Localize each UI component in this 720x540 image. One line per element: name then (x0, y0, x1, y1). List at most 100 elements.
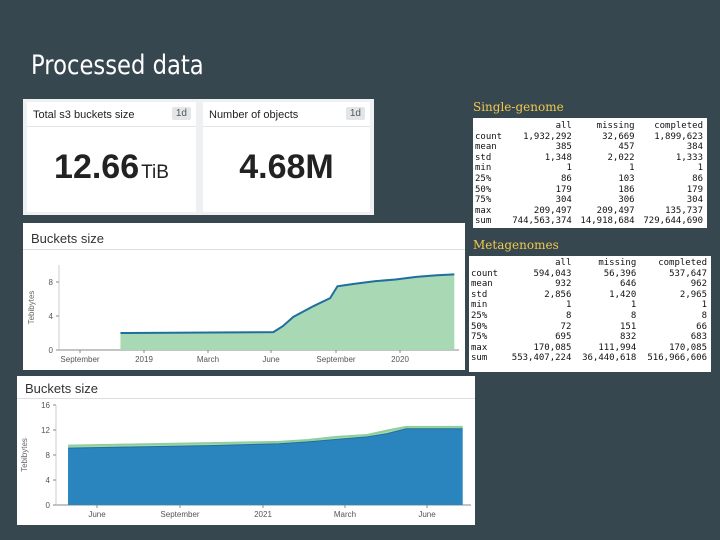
table-cell: 8 (701, 310, 707, 321)
table-row: max 209,497 209,497 135,737 (473, 206, 707, 217)
y-axis-label: Tebibytes (27, 291, 36, 325)
column-header: all (555, 121, 572, 131)
y-tick-label: 16 (41, 401, 50, 410)
y-tick-label: 0 (46, 501, 51, 510)
x-tick-label: June (418, 510, 436, 519)
y-tick-label: 4 (49, 312, 54, 321)
table-cell: 2,965 (679, 289, 707, 300)
row-label: 25% (471, 310, 488, 321)
table-cell: 537,647 (669, 268, 707, 279)
row-label: 25% (475, 173, 492, 184)
table-cell: 1,333 (675, 152, 703, 163)
table-cell: 646 (620, 279, 637, 290)
table-cell: 2,856 (544, 289, 572, 300)
metagenomes-table: all missing completed count 594,043 56,396 537… (469, 256, 711, 372)
time-range-badge[interactable]: 1d (171, 107, 191, 120)
buckets-size-chart-1: Buckets size 0 4 8 September 2019 March June Se… (23, 223, 465, 370)
table-row: 25% 86 103 86 (473, 174, 707, 185)
x-tick-label: March (334, 510, 356, 519)
x-tick-label: 2019 (135, 355, 153, 364)
table-row: 50% 72 151 66 (469, 322, 711, 333)
x-tick-label: September (160, 510, 199, 519)
x-tick-label: September (60, 355, 99, 364)
table-row: mean 932 646 962 (469, 279, 711, 290)
x-tick-label: June (88, 510, 106, 519)
row-label: mean (475, 142, 497, 153)
table-header-row: all missing completed (469, 258, 711, 269)
table-cell: 304 (555, 195, 572, 206)
table-row: min 1 1 1 (469, 300, 711, 311)
table-cell: 151 (620, 321, 637, 332)
table-cell: 553,407,224 (511, 353, 572, 364)
column-header: missing (596, 121, 635, 131)
table-cell: 179 (686, 184, 703, 195)
row-label: std (475, 152, 492, 163)
table-cell: 36,440,618 (582, 353, 637, 364)
single-genome-table: all missing completed count 1,932,292 32,669 1… (473, 118, 707, 228)
row-label: min (471, 300, 488, 311)
table-cell: 8 (630, 310, 637, 321)
table-cell: 86 (561, 173, 572, 184)
metric-title: Number of objects (209, 109, 299, 121)
table-row: sum 744,563,374 14,918,684 729,644,690 (473, 216, 707, 227)
column-header (469, 258, 505, 269)
table-cell: 1 (629, 163, 635, 174)
x-tick-label: September (316, 355, 355, 364)
table-cell: 457 (618, 142, 635, 153)
table-row: count 1,932,292 32,669 1,899,623 (473, 132, 707, 143)
table-cell: 695 (555, 332, 572, 343)
row-label: 50% (471, 321, 488, 332)
row-label: sum (475, 216, 492, 227)
single-genome-heading: Single-genome (473, 100, 564, 114)
table-cell: 14,918,684 (580, 216, 635, 227)
table-cell: 111,994 (598, 342, 637, 353)
table-cell: 1 (630, 300, 637, 311)
metric-total-size[interactable]: Total s3 buckets size 1d 12.66 TiB (27, 102, 196, 212)
table-row: min 1 1 1 (473, 163, 707, 174)
area-series (120, 274, 455, 350)
table-cell: 66 (696, 321, 707, 332)
table-cell: 385 (555, 142, 572, 153)
y-tick-label: 12 (41, 426, 50, 435)
table-row: count 594,043 56,396 537,647 (469, 269, 711, 280)
metric-object-count[interactable]: Number of objects 1d 4.68M (203, 102, 370, 212)
metric-number: 4.68M (239, 148, 334, 186)
table-cell: 56,396 (603, 268, 637, 279)
time-range-badge[interactable]: 1d (345, 107, 365, 120)
table-cell: 2,022 (607, 152, 635, 163)
y-tick-label: 4 (46, 476, 51, 485)
area-series (68, 428, 463, 505)
table-cell: 1 (701, 300, 707, 311)
x-tick-label: 2021 (254, 510, 272, 519)
table-row: std 1,348 2,022 1,333 (473, 153, 707, 164)
y-tick-label: 8 (49, 278, 54, 287)
column-header: all (555, 258, 572, 268)
row-label: 75% (475, 195, 492, 206)
table-row: 75% 304 306 304 (473, 195, 707, 206)
metric-value: 4.68M (203, 148, 370, 187)
metric-value: 12.66 TiB (27, 148, 196, 187)
table-cell: 1,899,623 (654, 131, 703, 142)
table-cell: 32,669 (602, 131, 635, 142)
y-axis-label: Tebibytes (20, 438, 29, 472)
x-tick-label: June (262, 355, 280, 364)
y-tick-label: 0 (49, 346, 54, 355)
table-cell: 8 (565, 310, 572, 321)
chart-svg: 0 4 8 September 2019 March June September 2020 Te… (27, 265, 459, 364)
table-cell: 516,966,606 (647, 353, 707, 364)
row-label: max (471, 342, 488, 353)
table-cell: 1 (566, 163, 572, 174)
table-cell: 729,644,690 (643, 216, 703, 227)
metric-number: 12.66 (54, 148, 140, 186)
table-cell: 594,043 (533, 268, 572, 279)
table-cell: 306 (618, 195, 635, 206)
row-label: count (475, 131, 503, 142)
y-tick-label: 8 (46, 451, 51, 460)
table-cell: 1 (565, 300, 572, 311)
table-cell: 1 (697, 163, 703, 174)
row-label: 75% (471, 332, 488, 343)
x-tick-label: 2020 (391, 355, 409, 364)
table-cell: 179 (555, 184, 572, 195)
table-header-row: all missing completed (473, 121, 707, 132)
table-cell: 135,737 (665, 205, 703, 216)
